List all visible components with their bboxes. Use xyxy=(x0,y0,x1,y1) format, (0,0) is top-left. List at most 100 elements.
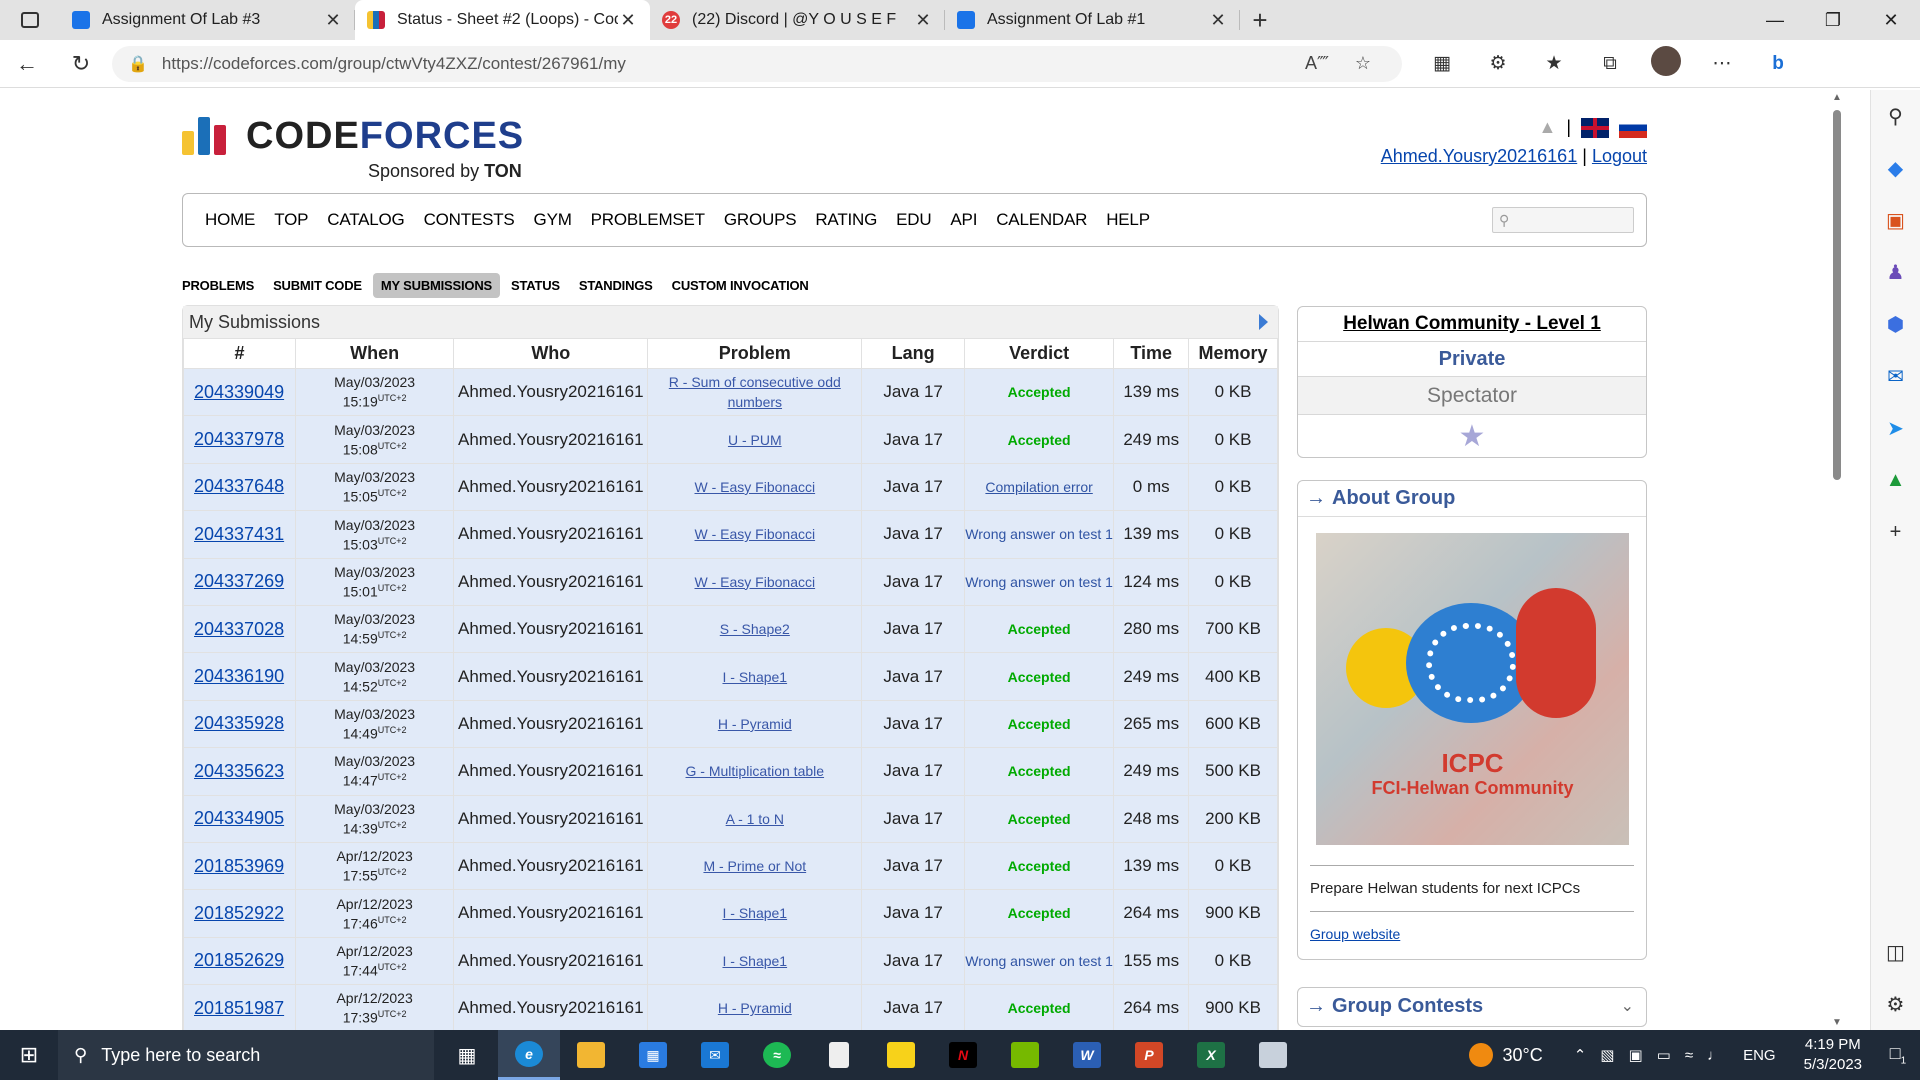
chevron-up-icon[interactable]: ⌃ xyxy=(1574,1046,1587,1064)
problem-link[interactable]: A - 1 to N xyxy=(726,811,784,827)
browser-tab[interactable]: Status - Sheet #2 (Loops) - Codeforces✕ xyxy=(355,0,650,40)
menu-item-home[interactable]: HOME xyxy=(205,210,255,230)
browser-tab[interactable]: Assignment Of Lab #1 ✕ xyxy=(945,0,1240,40)
close-window-button[interactable]: ✕ xyxy=(1862,0,1920,40)
menu-item-edu[interactable]: EDU xyxy=(896,210,931,230)
tab-close-icon[interactable]: ✕ xyxy=(1208,10,1228,31)
who-cell[interactable]: Ahmed.Yousry20216161 xyxy=(453,652,649,701)
restore-button[interactable]: ❐ xyxy=(1804,0,1862,40)
site-search-input[interactable]: ⚲ xyxy=(1492,207,1634,233)
edge-app-icon[interactable]: e xyxy=(498,1030,560,1080)
store-icon[interactable]: ▦ xyxy=(622,1030,684,1080)
back-button[interactable]: ← xyxy=(0,40,54,88)
add-favorite-icon[interactable]: ☆ xyxy=(1340,53,1386,74)
tab-actions-button[interactable] xyxy=(0,0,60,40)
submission-id-link[interactable]: 204335623 xyxy=(194,761,284,781)
menu-item-help[interactable]: HELP xyxy=(1106,210,1150,230)
subnav-custom-invocation[interactable]: CUSTOM INVOCATION xyxy=(672,278,809,293)
extension-icon[interactable]: ▦ xyxy=(1414,52,1470,75)
english-flag-icon[interactable] xyxy=(1581,117,1609,138)
read-aloud-icon[interactable]: A⁗ xyxy=(1294,53,1340,74)
menu-item-rating[interactable]: RATING xyxy=(815,210,877,230)
sidebar-add-icon[interactable]: + xyxy=(1871,506,1920,558)
who-cell[interactable]: Ahmed.Yousry20216161 xyxy=(453,510,649,559)
submission-id-link[interactable]: 204337028 xyxy=(194,619,284,639)
who-cell[interactable]: Ahmed.Yousry20216161 xyxy=(453,984,649,1030)
group-contests-heading[interactable]: → Group Contests ⌄ xyxy=(1298,988,1646,1024)
problem-link[interactable]: M - Prime or Not xyxy=(703,858,806,874)
problem-link[interactable]: I - Shape1 xyxy=(722,953,787,969)
subnav-problems[interactable]: PROBLEMS xyxy=(182,278,254,293)
chevron-down-icon[interactable]: ⌄ xyxy=(1621,996,1634,1016)
excel-icon[interactable]: X xyxy=(1180,1030,1242,1080)
puzzle-extensions-icon[interactable]: ⚙ xyxy=(1470,52,1526,75)
who-cell[interactable]: Ahmed.Yousry20216161 xyxy=(453,794,649,843)
problem-link[interactable]: G - Multiplication table xyxy=(686,763,825,779)
group-website-link[interactable]: Group website xyxy=(1310,926,1400,942)
problem-link[interactable]: U - PUM xyxy=(728,432,782,448)
sidebar-settings-icon[interactable]: ⚙ xyxy=(1871,978,1920,1030)
scroll-down-icon[interactable]: ▼ xyxy=(1832,1017,1842,1028)
submission-id-link[interactable]: 204337269 xyxy=(194,571,284,591)
notifications-icon[interactable]: □1 xyxy=(1876,1043,1920,1067)
menu-item-catalog[interactable]: CATALOG xyxy=(327,210,405,230)
notification-bell-icon[interactable]: ▲ xyxy=(1538,117,1556,138)
snipping-tool-icon[interactable] xyxy=(1242,1030,1304,1080)
problem-link[interactable]: S - Shape2 xyxy=(720,621,790,637)
meet-now-icon[interactable]: ▣ xyxy=(1628,1046,1642,1064)
sidebar-send-icon[interactable]: ➤ xyxy=(1871,402,1920,454)
submission-id-link[interactable]: 201852922 xyxy=(194,903,284,923)
submission-id-link[interactable]: 204339049 xyxy=(194,382,284,402)
spotify-icon[interactable]: ≈ xyxy=(746,1030,808,1080)
netflix-icon[interactable]: N xyxy=(932,1030,994,1080)
menu-item-calendar[interactable]: CALENDAR xyxy=(996,210,1087,230)
submission-id-link[interactable]: 204337648 xyxy=(194,476,284,496)
who-cell[interactable]: Ahmed.Yousry20216161 xyxy=(453,936,649,986)
who-cell[interactable]: Ahmed.Yousry20216161 xyxy=(453,557,649,606)
verdict-text[interactable]: Compilation error xyxy=(985,479,1092,495)
file-explorer-icon[interactable] xyxy=(560,1030,622,1080)
problem-link[interactable]: W - Easy Fibonacci xyxy=(695,479,816,495)
subnav-my-submissions[interactable]: MY SUBMISSIONS xyxy=(372,272,500,298)
volume-icon[interactable]: ♩ xyxy=(1707,1047,1722,1064)
who-cell[interactable]: Ahmed.Yousry20216161 xyxy=(453,462,649,512)
problem-link[interactable]: I - Shape1 xyxy=(722,905,787,921)
who-cell[interactable]: Ahmed.Yousry20216161 xyxy=(453,841,649,891)
menu-item-groups[interactable]: GROUPS xyxy=(724,210,797,230)
tab-close-icon[interactable]: ✕ xyxy=(323,10,343,31)
problem-link[interactable]: W - Easy Fibonacci xyxy=(695,574,816,590)
submission-id-link[interactable]: 201853969 xyxy=(194,856,284,876)
sidebar-search-icon[interactable]: ⚲ xyxy=(1871,90,1920,142)
star-icon[interactable]: ★ xyxy=(1298,415,1646,457)
subnav-status[interactable]: STATUS xyxy=(511,278,560,293)
russian-flag-icon[interactable] xyxy=(1619,117,1647,138)
scroll-up-icon[interactable]: ▲ xyxy=(1832,92,1842,103)
url-text[interactable]: https://codeforces.com/group/ctwVty4ZXZ/… xyxy=(162,54,1294,74)
refresh-button[interactable]: ↻ xyxy=(54,40,108,88)
problem-link[interactable]: H - Pyramid xyxy=(718,716,792,732)
sidebar-tree-icon[interactable]: ▲ xyxy=(1871,454,1920,506)
tab-close-icon[interactable]: ✕ xyxy=(618,10,638,31)
menu-item-api[interactable]: API xyxy=(950,210,977,230)
start-button[interactable]: ⊞ xyxy=(0,1030,58,1080)
favorites-icon[interactable]: ★ xyxy=(1526,52,1582,75)
battery-icon[interactable]: ▭ xyxy=(1657,1046,1671,1064)
subnav-submit-code[interactable]: SUBMIT CODE xyxy=(273,278,362,293)
submission-id-link[interactable]: 201852629 xyxy=(194,950,284,970)
nvidia-icon[interactable] xyxy=(994,1030,1056,1080)
new-tab-button[interactable]: + xyxy=(1240,0,1280,40)
device-icon[interactable]: ▧ xyxy=(1600,1046,1614,1064)
wifi-icon[interactable]: ≈ xyxy=(1685,1047,1693,1064)
sidebar-shopping-icon[interactable]: ◆ xyxy=(1871,142,1920,194)
bing-icon[interactable]: b xyxy=(1750,53,1806,75)
group-title-link[interactable]: Helwan Community - Level 1 xyxy=(1343,313,1601,335)
clock[interactable]: 4:19 PM 5/3/2023 xyxy=(1804,1035,1862,1075)
powerpoint-icon[interactable]: P xyxy=(1118,1030,1180,1080)
tab-close-icon[interactable]: ✕ xyxy=(913,10,933,31)
sidebar-hide-icon[interactable]: ◫ xyxy=(1871,926,1920,978)
minimize-button[interactable]: — xyxy=(1746,0,1804,40)
more-menu-icon[interactable]: ⋯ xyxy=(1694,52,1750,75)
profile-icon[interactable] xyxy=(1638,45,1694,82)
mail-icon[interactable]: ✉ xyxy=(684,1030,746,1080)
codeforces-logo[interactable]: CODEFORCES Sponsored by TON xyxy=(182,117,524,181)
